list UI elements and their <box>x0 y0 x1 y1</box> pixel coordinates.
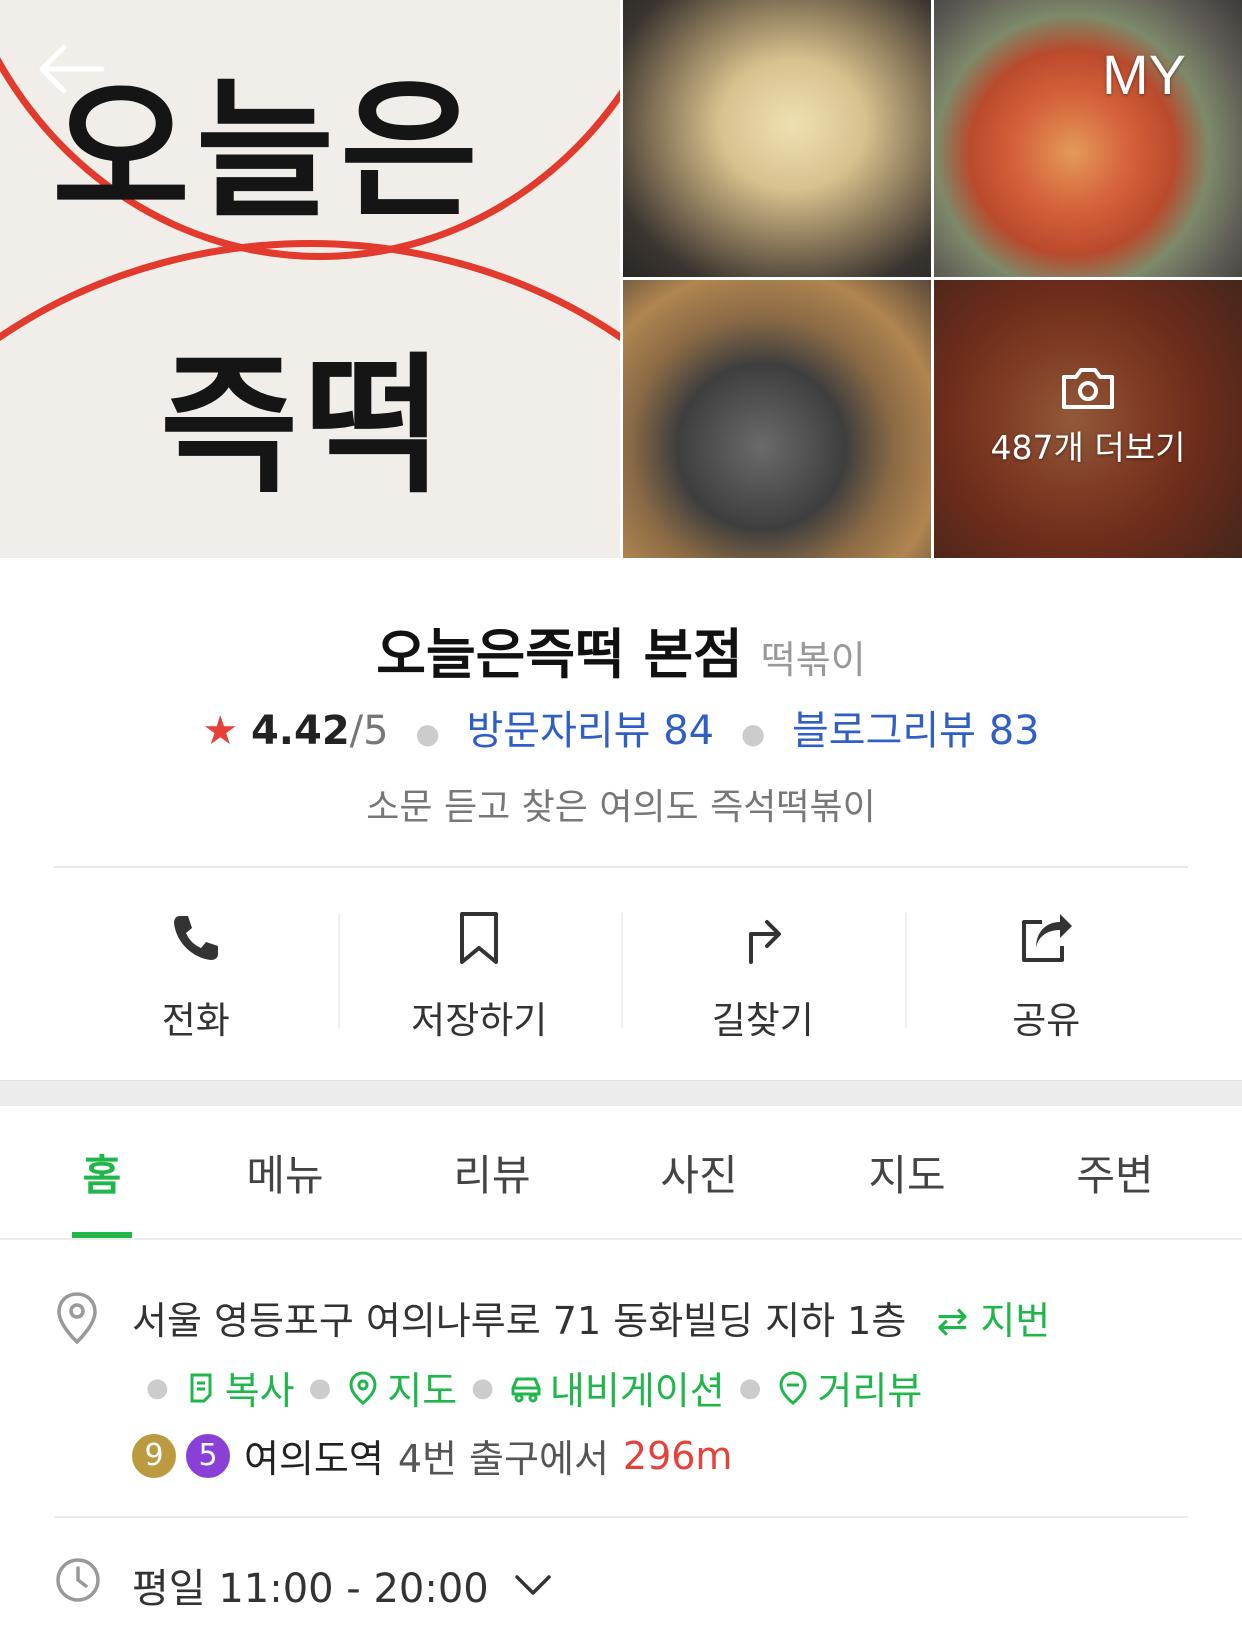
copy-icon <box>190 1373 212 1402</box>
map-pin-icon <box>349 1370 377 1405</box>
station-name: 여의도역 <box>244 1437 384 1481</box>
my-button[interactable]: MY <box>1102 42 1186 107</box>
tab-review[interactable]: 리뷰 <box>437 1142 547 1203</box>
back-arrow-icon <box>39 44 105 94</box>
streetview-label: 거리뷰 <box>817 1369 923 1413</box>
directions-button[interactable]: 길찾기 <box>621 868 905 1080</box>
tab-menu[interactable]: 메뉴 <box>230 1142 340 1203</box>
hours-row[interactable]: 평일 11:00 - 20:00 <box>132 1556 553 1614</box>
station-distance: 296m <box>622 1433 733 1478</box>
photo-thumb-2[interactable] <box>934 0 1242 277</box>
directions-label: 길찾기 <box>711 999 814 1042</box>
tab-bar: 홈 메뉴 리뷰 사진 지도 주변 <box>0 1106 1242 1240</box>
copy-button[interactable]: 복사 <box>183 1360 295 1415</box>
more-photos-label: 487개 더보기 <box>990 428 1186 467</box>
directions-icon <box>748 920 781 964</box>
place-category: 떡볶이 <box>760 638 866 682</box>
sign-text-line2: 즉떡 <box>160 340 449 514</box>
jibun-label: 지번 <box>980 1299 1051 1343</box>
section-divider-band <box>0 1080 1242 1106</box>
tab-map[interactable]: 지도 <box>852 1142 962 1203</box>
place-title-row: 오늘은즉떡 본점 떡볶이 <box>0 610 1242 689</box>
streetview-button[interactable]: 거리뷰 <box>775 1360 922 1415</box>
copy-label: 복사 <box>224 1369 295 1413</box>
action-bar: 전화 저장하기 길찾기 공유 <box>54 868 1188 1080</box>
station-exit: 4번 출구에서 <box>397 1437 609 1481</box>
share-button[interactable]: 공유 <box>904 868 1189 1080</box>
bookmark-icon <box>460 912 499 964</box>
clock-icon <box>56 1558 100 1602</box>
photo-thumb-1[interactable] <box>623 0 931 277</box>
subway-line-9-badge: 9 <box>132 1433 176 1478</box>
address-actions: ● 복사 ● 지도 ● 내비게이션 ● 거리뷰 <box>132 1360 922 1415</box>
phone-icon <box>173 916 218 960</box>
save-label: 저장하기 <box>411 999 548 1042</box>
navigation-label: 내비게이션 <box>549 1369 725 1413</box>
photo-gallery[interactable]: 오늘은 즉떡 MY 487개 더보기 <box>0 0 1242 558</box>
chevron-down-icon <box>514 1575 551 1595</box>
hours-text: 평일 11:00 - 20:00 <box>132 1566 489 1612</box>
swap-icon: ⇄ <box>936 1299 969 1343</box>
address-row: 서울 영등포구 여의나루로 71 동화빌딩 지하 1층 ⇄ 지번 <box>132 1290 1050 1345</box>
rating-max: /5 <box>349 708 389 754</box>
photo-thumb-3[interactable] <box>623 280 931 558</box>
separator-dot: ● <box>146 1372 169 1403</box>
tab-home[interactable]: 홈 <box>72 1142 132 1203</box>
navigation-button[interactable]: 내비게이션 <box>508 1360 725 1415</box>
car-icon <box>511 1377 541 1402</box>
back-button[interactable] <box>36 42 106 96</box>
call-button[interactable]: 전화 <box>54 868 338 1080</box>
rating-score: 4.42 <box>250 708 350 754</box>
blog-reviews-link[interactable]: 블로그리뷰 83 <box>792 708 1040 754</box>
location-pin-icon <box>57 1292 97 1345</box>
sign-text-line1: 오늘은 <box>52 65 485 239</box>
place-description: 소문 듣고 찾은 여의도 즉석떡볶이 <box>366 787 876 828</box>
visitor-reviews-link[interactable]: 방문자리뷰 84 <box>466 708 714 754</box>
address-text: 서울 영등포구 여의나루로 71 동화빌딩 지하 1층 <box>132 1299 907 1343</box>
tab-photo[interactable]: 사진 <box>644 1142 754 1203</box>
rating-row: ★ 4.42/5 ● 방문자리뷰 84 ● 블로그리뷰 83 <box>0 698 1242 756</box>
subway-line-5-badge: 5 <box>186 1433 230 1478</box>
map-label: 지도 <box>387 1369 458 1413</box>
streetview-icon <box>779 1370 807 1405</box>
separator-dot: ● <box>738 1372 762 1403</box>
separator-dot: ● <box>740 716 766 750</box>
share-icon <box>1022 914 1073 962</box>
save-button[interactable]: 저장하기 <box>337 868 622 1080</box>
map-button[interactable]: 지도 <box>345 1360 457 1415</box>
call-label: 전화 <box>161 999 230 1042</box>
active-tab-indicator <box>72 1232 132 1238</box>
divider <box>54 1516 1188 1518</box>
separator-dot: ● <box>415 716 440 750</box>
separator-dot: ● <box>471 1372 494 1403</box>
share-label: 공유 <box>1012 999 1081 1042</box>
more-photos-button[interactable]: 487개 더보기 <box>934 365 1242 469</box>
separator-dot: ● <box>308 1372 332 1403</box>
subway-row: 9 5 여의도역 4번 출구에서 296m <box>132 1428 732 1483</box>
star-icon: ★ <box>202 708 239 754</box>
jibun-button[interactable]: ⇄ 지번 <box>936 1299 1050 1343</box>
tab-nearby[interactable]: 주변 <box>1060 1142 1170 1203</box>
place-name: 오늘은즉떡 본점 <box>376 623 743 686</box>
camera-icon <box>1062 368 1114 409</box>
